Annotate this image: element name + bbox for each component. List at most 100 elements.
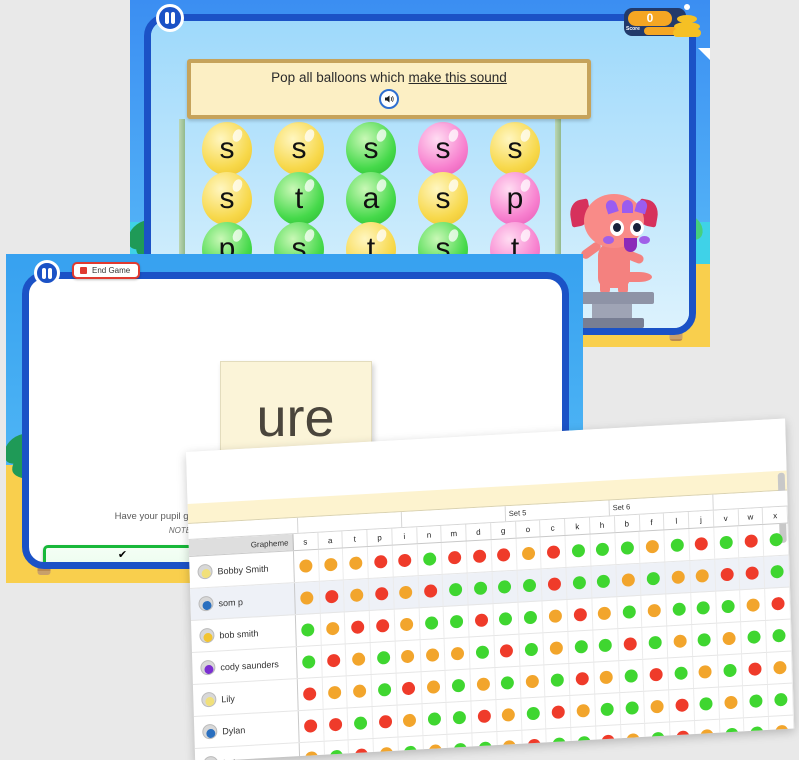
student-name-cell[interactable]: bob smith [191,615,297,652]
score-cell[interactable] [420,638,446,672]
score-cell[interactable] [640,562,667,595]
score-cell[interactable] [766,619,792,652]
score-cell[interactable] [544,663,571,697]
score-cell[interactable] [765,587,791,620]
grapheme-header-cell[interactable]: i [392,527,418,545]
score-cell[interactable] [569,662,596,695]
student-name-cell[interactable]: Lily [192,679,299,716]
score-cell[interactable] [719,718,746,751]
score-cell[interactable] [298,709,325,743]
score-cell[interactable] [497,730,523,760]
grapheme-header-cell[interactable]: c [540,518,566,537]
balloon-s[interactable]: s [202,122,252,180]
prompt-text-link[interactable]: make this sound [409,70,507,85]
score-cell[interactable] [418,574,445,608]
score-cell[interactable] [471,700,498,733]
score-cell[interactable] [664,529,691,562]
score-cell[interactable] [372,705,399,738]
score-cell[interactable] [645,722,672,755]
score-cell[interactable] [692,623,718,657]
correct-button[interactable]: ✔ Correct [43,545,202,562]
score-cell[interactable] [738,524,765,558]
score-cell[interactable] [717,654,744,687]
score-cell[interactable] [592,597,618,630]
score-cell[interactable] [763,523,790,556]
score-cell[interactable] [741,620,768,654]
score-cell[interactable] [644,690,671,723]
score-cell[interactable] [395,640,422,673]
score-cell[interactable] [620,723,647,757]
score-cell[interactable] [447,733,474,760]
grapheme-header-cell[interactable]: a [317,531,344,549]
score-cell[interactable] [689,527,715,561]
score-cell[interactable] [322,676,349,709]
score-cell[interactable] [593,629,619,662]
score-cell[interactable] [519,633,545,666]
score-cell[interactable] [419,606,445,640]
score-cell[interactable] [423,734,449,760]
score-cell[interactable] [541,535,567,569]
grapheme-header-cell[interactable]: f [639,513,665,531]
grapheme-header-cell[interactable]: h [589,516,616,534]
end-game-button[interactable]: End Game [72,262,141,279]
grapheme-header-cell[interactable]: p [367,528,393,546]
score-cell[interactable] [570,694,597,727]
score-cell[interactable] [568,630,595,663]
score-cell[interactable] [295,613,322,647]
score-cell[interactable] [470,668,497,701]
score-cell[interactable] [769,715,795,748]
score-cell[interactable] [398,736,425,760]
score-cell[interactable] [323,708,349,741]
score-cell[interactable] [421,670,447,704]
score-cell[interactable] [394,608,421,641]
score-cell[interactable] [443,573,469,606]
score-cell[interactable] [666,593,693,626]
score-cell[interactable] [669,689,695,722]
score-cell[interactable] [417,542,444,576]
score-cell[interactable] [324,740,350,760]
score-cell[interactable] [344,578,370,612]
score-cell[interactable] [517,569,543,602]
score-cell[interactable] [296,645,323,679]
score-cell[interactable] [545,695,572,729]
score-cell[interactable] [546,727,573,760]
score-cell[interactable] [518,601,544,634]
score-cell[interactable] [542,599,569,633]
grapheme-header-cell[interactable]: g [491,521,517,540]
score-cell[interactable] [397,704,424,737]
score-cell[interactable] [619,691,646,725]
student-name-cell[interactable]: Bobby Smith [189,551,295,588]
score-cell[interactable] [668,657,695,690]
score-cell[interactable] [690,559,716,593]
score-cell[interactable] [491,538,518,572]
score-cell[interactable] [293,549,320,583]
score-cell[interactable] [349,738,375,760]
balloon-s[interactable]: s [274,122,324,180]
score-cell[interactable] [596,725,622,758]
score-cell[interactable] [571,726,598,759]
score-cell[interactable] [493,602,520,636]
score-cell[interactable] [294,581,321,615]
balloon-s[interactable]: s [202,172,252,230]
score-cell[interactable] [492,570,519,604]
score-cell[interactable] [522,729,548,760]
score-cell[interactable] [714,558,741,591]
score-cell[interactable] [321,644,348,677]
score-cell[interactable] [348,706,374,740]
grapheme-header-cell[interactable]: d [466,523,492,541]
score-cell[interactable] [667,625,694,658]
score-cell[interactable] [442,541,468,574]
score-cell[interactable] [516,537,542,570]
score-cell[interactable] [740,588,767,622]
score-cell[interactable] [396,672,423,705]
score-cell[interactable] [693,655,719,689]
score-cell[interactable] [567,598,594,631]
score-cell[interactable] [445,669,472,702]
grapheme-header-cell[interactable]: l [664,512,690,530]
grapheme-header-cell[interactable]: o [515,520,541,538]
pause-button[interactable] [156,4,184,32]
score-cell[interactable] [615,531,641,565]
score-cell[interactable] [643,658,670,691]
student-name-cell[interactable]: cody saunders [191,647,298,684]
score-cell[interactable] [368,545,394,578]
